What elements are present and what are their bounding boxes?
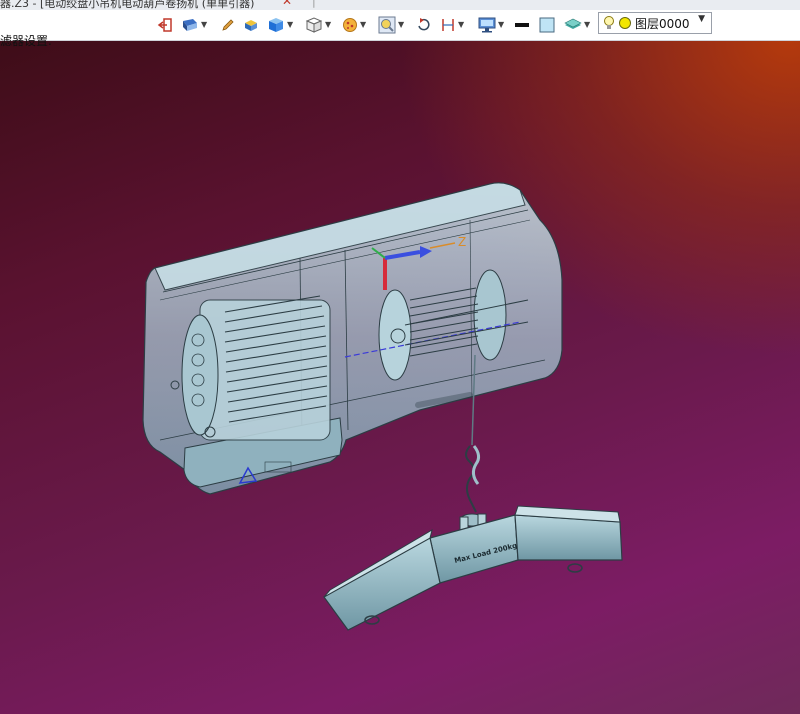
section-button[interactable]: ▼ bbox=[342, 14, 366, 36]
dimension-button[interactable]: ▼ bbox=[440, 14, 464, 36]
chevron-down-icon: ▼ bbox=[458, 20, 465, 29]
layer-color-icon[interactable] bbox=[618, 16, 632, 30]
view-display-button[interactable]: ▼ bbox=[181, 14, 207, 36]
lightbulb-icon[interactable] bbox=[603, 15, 615, 31]
sketch-button[interactable] bbox=[221, 14, 235, 36]
line-style-button[interactable] bbox=[514, 14, 530, 36]
chevron-down-icon: ▼ bbox=[398, 20, 405, 29]
3d-viewport[interactable]: Z Max Load 200kg 器.Z3 - [电动绞盘小吊机电动葫芦卷扬机 … bbox=[0, 0, 800, 714]
motor bbox=[170, 295, 331, 441]
layer-manager-button[interactable]: ▼ bbox=[564, 14, 590, 36]
chevron-down-icon: ▼ bbox=[584, 20, 591, 29]
pizza-section-icon bbox=[343, 18, 357, 32]
zoom-view-icon bbox=[378, 16, 396, 34]
chevron-down-icon: ▼ bbox=[201, 20, 208, 29]
fill-color-icon bbox=[539, 17, 555, 33]
triad-z-label: Z bbox=[458, 235, 466, 249]
pencil-icon bbox=[222, 19, 234, 31]
solid-button[interactable]: ▼ bbox=[267, 14, 293, 36]
chevron-down-icon: ▼ bbox=[287, 20, 294, 29]
fill-color-button[interactable] bbox=[539, 14, 555, 36]
rotate-button[interactable] bbox=[416, 14, 432, 36]
box-color-icon bbox=[245, 20, 257, 31]
exit-button[interactable] bbox=[157, 14, 173, 36]
blue-cube-icon bbox=[269, 18, 283, 32]
zoom-view-button[interactable]: ▼ bbox=[378, 14, 404, 36]
close-tab-icon[interactable]: ✕ bbox=[282, 0, 292, 8]
rotate-icon bbox=[418, 18, 430, 31]
layer-stack-icon bbox=[564, 18, 582, 29]
view-display-icon bbox=[183, 19, 197, 31]
dropdown-arrow-icon[interactable]: ▼ bbox=[698, 14, 705, 24]
dimension-icon bbox=[442, 19, 454, 31]
winch-model[interactable]: Z Max Load 200kg bbox=[0, 0, 800, 714]
chevron-down-icon: ▼ bbox=[498, 20, 505, 29]
display-settings-button[interactable]: ▼ bbox=[478, 14, 504, 36]
layer-select[interactable]: 图层0000 ▼ bbox=[598, 12, 712, 34]
wireframe-button[interactable]: ▼ bbox=[305, 14, 331, 36]
filter-settings-label[interactable]: 滤器设置. bbox=[0, 32, 52, 49]
monitor-icon bbox=[478, 17, 496, 33]
chevron-down-icon: ▼ bbox=[360, 20, 367, 29]
white-cube-icon bbox=[305, 17, 323, 33]
box-color-button[interactable] bbox=[243, 14, 259, 36]
chevron-down-icon: ▼ bbox=[325, 20, 332, 29]
line-style-icon bbox=[515, 23, 529, 27]
layer-name: 图层0000 bbox=[635, 16, 690, 31]
exit-icon bbox=[157, 18, 172, 32]
tab-separator: | bbox=[312, 0, 316, 8]
